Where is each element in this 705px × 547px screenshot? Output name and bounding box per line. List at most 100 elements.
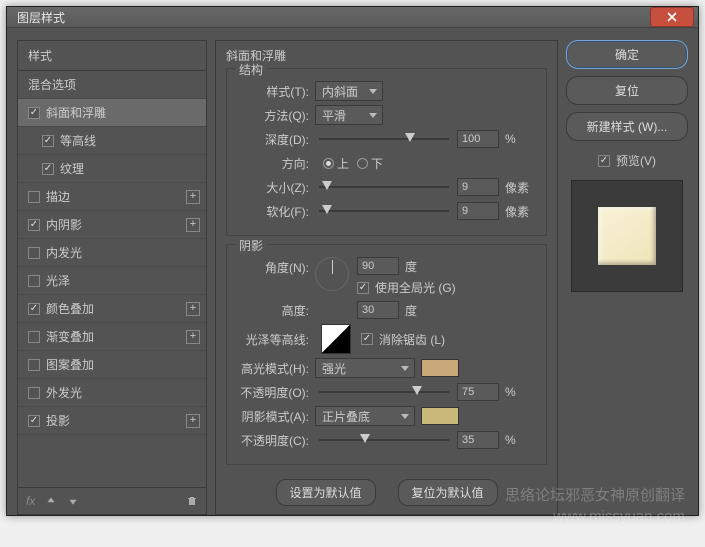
style-checkbox[interactable]: [42, 135, 54, 147]
styles-header: 样式: [18, 41, 206, 71]
direction-down-radio[interactable]: [357, 158, 368, 169]
bottom-buttons: 设置为默认值 复位为默认值: [226, 473, 547, 506]
style-select[interactable]: 内斜面: [315, 81, 383, 101]
style-checkbox[interactable]: [28, 247, 40, 259]
ok-button[interactable]: 确定: [566, 40, 688, 69]
styles-footer: fx: [18, 487, 206, 514]
soften-unit: 像素: [505, 203, 529, 220]
shading-legend: 阴影: [235, 237, 267, 254]
direction-up-radio[interactable]: [323, 158, 334, 169]
style-item-label: 描边: [46, 188, 70, 205]
soften-label: 软化(F):: [237, 203, 315, 220]
direction-label: 方向:: [237, 155, 315, 172]
highlight-color-swatch[interactable]: [421, 359, 459, 377]
angle-label: 角度(N):: [237, 257, 315, 276]
angle-dial[interactable]: [315, 257, 349, 291]
soften-slider[interactable]: [319, 204, 449, 218]
style-item-7[interactable]: 颜色叠加 +: [18, 295, 206, 323]
style-item-4[interactable]: 内阴影+: [18, 211, 206, 239]
add-instance-icon[interactable]: +: [186, 414, 200, 428]
style-item-9[interactable]: 图案叠加: [18, 351, 206, 379]
size-input[interactable]: 9: [457, 178, 499, 196]
style-item-label: 图案叠加: [46, 356, 94, 373]
shadow-mode-select[interactable]: 正片叠底: [315, 406, 415, 426]
shadow-opacity-slider[interactable]: [319, 433, 449, 447]
style-item-1[interactable]: 等高线: [18, 127, 206, 155]
structure-legend: 结构: [235, 61, 267, 78]
settings-panel: 斜面和浮雕 结构 样式(T): 内斜面 方法(Q): 平滑 深度(D): 100…: [215, 40, 558, 515]
highlight-mode-select[interactable]: 强光: [315, 358, 415, 378]
panel-title: 斜面和浮雕: [226, 47, 547, 64]
style-checkbox[interactable]: [28, 219, 40, 231]
style-item-3[interactable]: 描边 +: [18, 183, 206, 211]
preview-checkbox[interactable]: [598, 155, 610, 167]
style-checkbox[interactable]: [28, 275, 40, 287]
structure-group: 结构 样式(T): 内斜面 方法(Q): 平滑 深度(D): 100 % 方向:: [226, 68, 547, 236]
technique-select[interactable]: 平滑: [315, 105, 383, 125]
highlight-opacity-label: 不透明度(O):: [237, 384, 315, 401]
altitude-label: 高度:: [237, 302, 315, 319]
style-checkbox[interactable]: [42, 163, 54, 175]
style-checkbox[interactable]: [28, 303, 40, 315]
add-instance-icon[interactable]: +: [186, 190, 200, 204]
highlight-mode-label: 高光模式(H):: [237, 360, 315, 377]
trash-icon[interactable]: [186, 495, 198, 507]
size-slider[interactable]: [319, 180, 449, 194]
style-item-6[interactable]: 光泽: [18, 267, 206, 295]
titlebar: 图层样式: [7, 7, 698, 28]
style-item-label: 外发光: [46, 384, 82, 401]
blending-options-item[interactable]: 混合选项: [18, 71, 206, 99]
style-item-0[interactable]: 斜面和浮雕: [18, 99, 206, 127]
style-item-label: 颜色叠加: [46, 300, 94, 317]
shadow-color-swatch[interactable]: [421, 407, 459, 425]
depth-input[interactable]: 100: [457, 130, 499, 148]
style-item-10[interactable]: 外发光: [18, 379, 206, 407]
style-checkbox[interactable]: [28, 387, 40, 399]
gloss-label: 光泽等高线:: [237, 331, 315, 348]
add-instance-icon[interactable]: +: [186, 330, 200, 344]
arrow-down-icon[interactable]: [67, 495, 79, 507]
arrow-up-icon[interactable]: [45, 495, 57, 507]
style-checkbox[interactable]: [28, 107, 40, 119]
style-item-2[interactable]: 纹理: [18, 155, 206, 183]
styles-panel: 样式 混合选项 斜面和浮雕等高线纹理描边+内阴影+内发光光泽颜色叠加+渐变叠加+…: [17, 40, 207, 515]
soften-input[interactable]: 9: [457, 202, 499, 220]
style-item-5[interactable]: 内发光: [18, 239, 206, 267]
highlight-opacity-input[interactable]: 75: [457, 383, 499, 401]
close-button[interactable]: [650, 7, 694, 27]
style-item-label: 内发光: [46, 244, 82, 261]
highlight-opacity-slider[interactable]: [319, 385, 449, 399]
style-checkbox[interactable]: [28, 191, 40, 203]
shadow-opacity-input[interactable]: 35: [457, 431, 499, 449]
cancel-button[interactable]: 复位: [566, 76, 688, 105]
style-item-label: 斜面和浮雕: [46, 104, 106, 121]
altitude-unit: 度: [405, 302, 417, 319]
antialias-checkbox[interactable]: [361, 333, 373, 345]
global-light-checkbox[interactable]: [357, 282, 369, 294]
gloss-contour-picker[interactable]: [321, 324, 351, 354]
altitude-input[interactable]: 30: [357, 301, 399, 319]
style-label: 样式(T):: [237, 83, 315, 100]
shadow-opacity-label: 不透明度(C):: [237, 432, 315, 449]
reset-default-button[interactable]: 复位为默认值: [398, 479, 498, 506]
make-default-button[interactable]: 设置为默认值: [276, 479, 376, 506]
style-checkbox[interactable]: [28, 415, 40, 427]
depth-slider[interactable]: [319, 132, 449, 146]
shadow-mode-label: 阴影模式(A):: [237, 408, 315, 425]
preview-label: 预览(V): [616, 152, 656, 169]
add-instance-icon[interactable]: +: [186, 218, 200, 232]
style-checkbox[interactable]: [28, 359, 40, 371]
antialias-label: 消除锯齿 (L): [379, 331, 445, 348]
style-checkbox[interactable]: [28, 331, 40, 343]
style-list: 斜面和浮雕等高线纹理描边+内阴影+内发光光泽颜色叠加+渐变叠加+图案叠加外发光投…: [18, 99, 206, 435]
action-panel: 确定 复位 新建样式 (W)... 预览(V): [566, 40, 688, 515]
style-item-11[interactable]: 投影+: [18, 407, 206, 435]
style-item-label: 等高线: [60, 132, 96, 149]
fx-label[interactable]: fx: [26, 494, 35, 508]
technique-label: 方法(Q):: [237, 107, 315, 124]
add-instance-icon[interactable]: +: [186, 302, 200, 316]
angle-input[interactable]: 90: [357, 257, 399, 275]
style-item-8[interactable]: 渐变叠加+: [18, 323, 206, 351]
angle-unit: 度: [405, 258, 417, 275]
new-style-button[interactable]: 新建样式 (W)...: [566, 112, 688, 141]
